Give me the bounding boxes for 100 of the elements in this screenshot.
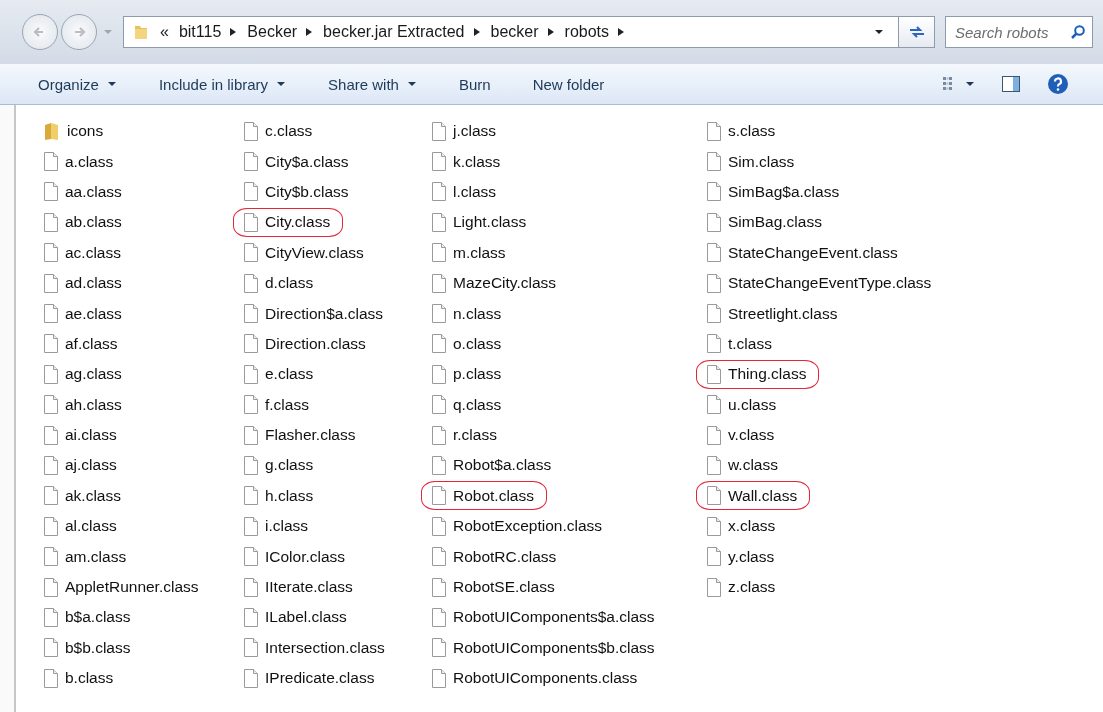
refresh-button[interactable] [898, 17, 934, 47]
file-name[interactable]: MazeCity.class [453, 274, 557, 293]
file-name[interactable]: Thing.class [728, 365, 807, 384]
file-name[interactable]: ac.class [65, 243, 121, 262]
file-name[interactable]: RobotUIComponents$a.class [453, 608, 655, 627]
file-name[interactable]: aa.class [65, 182, 122, 201]
file-name[interactable]: t.class [728, 334, 772, 353]
toolbar-button[interactable]: Include in library [146, 71, 299, 97]
file-name[interactable]: Flasher.class [265, 426, 356, 445]
file-name[interactable]: aj.class [65, 456, 117, 475]
file-name[interactable]: Wall.class [728, 486, 798, 505]
file-name[interactable]: CityView.class [265, 243, 364, 262]
file-name[interactable]: icons [67, 122, 104, 141]
caret-icon[interactable] [874, 28, 884, 36]
chevron-right-icon[interactable] [229, 27, 238, 37]
file-name[interactable]: RobotUIComponents.class [453, 669, 638, 688]
file-name[interactable]: z.class [728, 578, 776, 597]
file-name[interactable]: e.class [265, 365, 314, 384]
file-icon [431, 272, 447, 294]
file-name[interactable]: IIterate.class [265, 578, 353, 597]
file-name[interactable]: City.class [265, 213, 331, 232]
file-name[interactable]: Robot.class [453, 486, 534, 505]
file-name[interactable]: d.class [265, 274, 314, 293]
toolbar-button[interactable]: Share with [316, 71, 429, 97]
overflow-chevron[interactable]: « [160, 23, 169, 41]
file-icon [43, 272, 59, 294]
file-name[interactable]: RobotSE.class [453, 578, 555, 597]
breadcrumb-segment[interactable]: bit115 [178, 23, 222, 41]
file-name[interactable]: ak.class [65, 486, 121, 505]
file-name[interactable]: Direction$a.class [265, 304, 384, 323]
file-name[interactable]: StateChangeEventType.class [728, 274, 932, 293]
search-field[interactable]: Search robots [945, 16, 1093, 48]
file-name[interactable]: b$b.class [65, 638, 131, 657]
file-name[interactable]: am.class [65, 547, 127, 566]
file-name[interactable]: Robot$a.class [453, 456, 552, 475]
file-name[interactable]: RobotUIComponents$b.class [453, 638, 655, 657]
file-name[interactable]: b$a.class [65, 608, 131, 627]
file-name[interactable]: u.class [728, 395, 777, 414]
file-name[interactable]: ad.class [65, 274, 122, 293]
file-name[interactable]: ag.class [65, 365, 122, 384]
file-icon [43, 181, 59, 203]
file-name[interactable]: r.class [453, 426, 497, 445]
toolbar-button[interactable]: Organize [26, 71, 129, 97]
chevron-right-icon[interactable] [305, 27, 314, 37]
file-name[interactable]: SimBag$a.class [728, 182, 840, 201]
toolbar-button[interactable]: Burn [446, 71, 503, 97]
breadcrumb-segment[interactable]: becker [490, 23, 539, 41]
file-name[interactable]: o.class [453, 334, 502, 353]
breadcrumb-segment[interactable]: Becker [247, 23, 298, 41]
file-name[interactable]: x.class [728, 517, 776, 536]
breadcrumb-segment[interactable]: robots [564, 23, 609, 41]
file-name[interactable]: ai.class [65, 426, 117, 445]
file-name[interactable]: IPredicate.class [265, 669, 375, 688]
file-name[interactable]: RobotException.class [453, 517, 603, 536]
file-name[interactable]: w.class [728, 456, 778, 475]
file-name[interactable]: ah.class [65, 395, 122, 414]
file-name[interactable]: Intersection.class [265, 638, 385, 657]
file-name[interactable]: City$a.class [265, 152, 349, 171]
file-name[interactable]: y.class [728, 547, 775, 566]
chevron-right-icon[interactable] [617, 27, 625, 37]
file-name[interactable]: q.class [453, 395, 502, 414]
file-name[interactable]: v.class [728, 426, 775, 445]
file-icon [243, 181, 259, 203]
file-name[interactable]: k.class [453, 152, 501, 171]
file-name[interactable]: a.class [65, 152, 114, 171]
file-name[interactable]: j.class [453, 122, 497, 141]
address-bar[interactable]: « bit115 Becker becker.jar Extracted becker robots [123, 16, 935, 48]
file-name[interactable]: StateChangeEvent.class [728, 243, 898, 262]
file-name[interactable]: ae.class [65, 304, 122, 323]
file-name[interactable]: i.class [265, 517, 309, 536]
file-name[interactable]: Direction.class [265, 334, 366, 353]
file-name[interactable]: p.class [453, 365, 502, 384]
chevron-right-icon[interactable] [546, 27, 555, 37]
file-name[interactable]: g.class [265, 456, 314, 475]
file-name[interactable]: l.class [453, 182, 497, 201]
file-name[interactable]: City$b.class [265, 182, 349, 201]
file-name[interactable]: al.class [65, 517, 117, 536]
file-name[interactable]: n.class [453, 304, 502, 323]
file-name[interactable]: f.class [265, 395, 309, 414]
file-name[interactable]: Sim.class [728, 152, 795, 171]
file-name[interactable]: RobotRC.class [453, 547, 557, 566]
file-icon [706, 333, 722, 355]
file-name[interactable]: AppletRunner.class [65, 578, 199, 597]
file-icon [431, 455, 447, 476]
file-name[interactable]: ab.class [65, 213, 122, 232]
file-name[interactable]: IColor.class [265, 547, 346, 566]
breadcrumb-segment[interactable]: becker.jar Extracted [323, 23, 465, 41]
file-icon [43, 394, 59, 416]
file-name[interactable]: SimBag.class [728, 213, 822, 232]
file-name[interactable]: c.class [265, 122, 313, 141]
file-name[interactable]: Streetlight.class [728, 304, 838, 323]
file-name[interactable]: ILabel.class [265, 608, 347, 627]
toolbar-button[interactable]: New folder [520, 71, 617, 97]
file-name[interactable]: h.class [265, 486, 314, 505]
file-name[interactable]: af.class [65, 334, 118, 353]
file-name[interactable]: s.class [728, 122, 776, 141]
file-name[interactable]: b.class [65, 669, 114, 688]
file-name[interactable]: m.class [453, 243, 506, 262]
chevron-right-icon[interactable] [472, 27, 481, 37]
file-name[interactable]: Light.class [453, 213, 527, 232]
